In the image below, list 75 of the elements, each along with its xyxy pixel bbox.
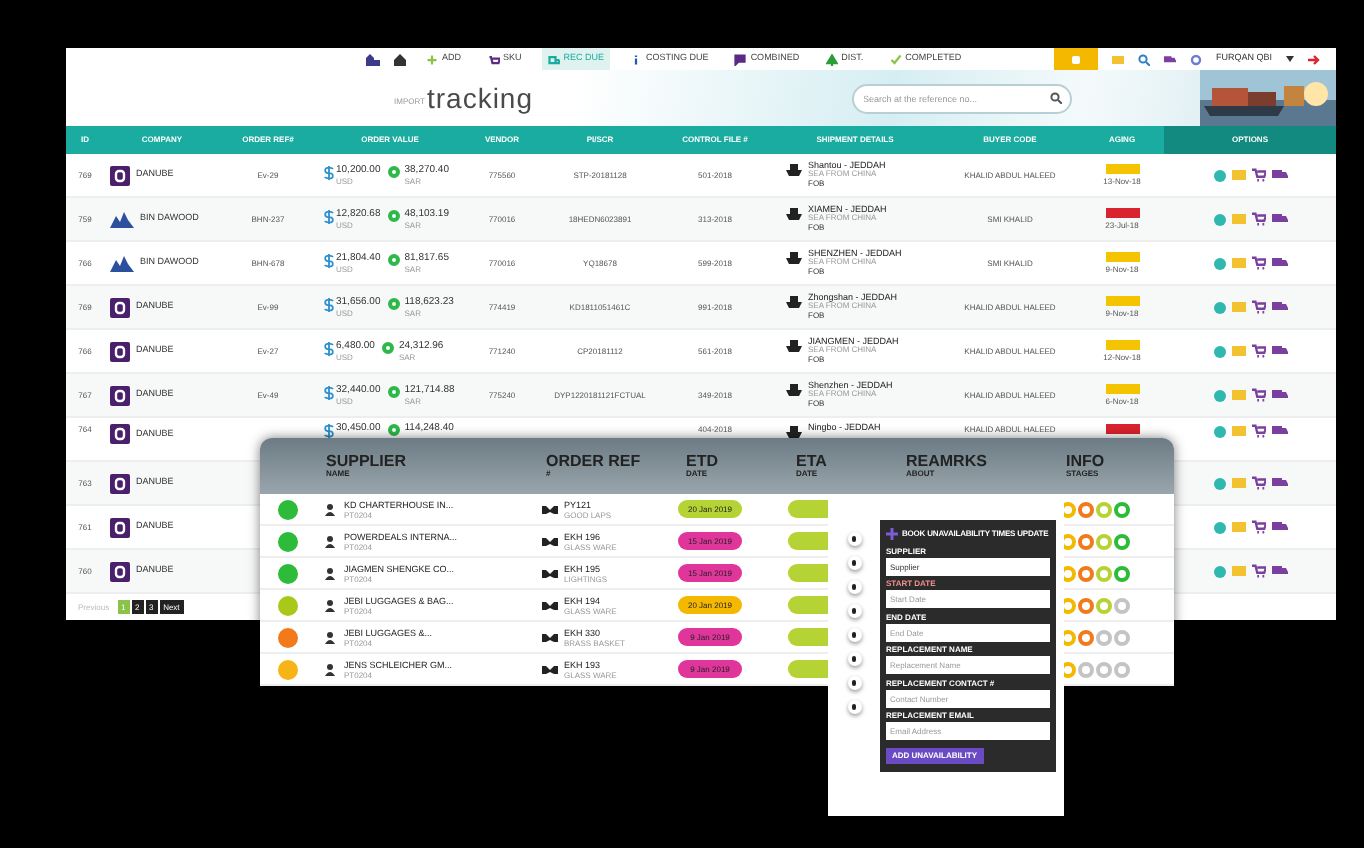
sar-icon <box>388 385 401 397</box>
truck-icon[interactable] <box>1271 520 1287 534</box>
truck-icon[interactable] <box>1271 476 1287 490</box>
dollar-icon <box>324 424 334 438</box>
tree-icon <box>825 53 838 65</box>
cart-icon[interactable] <box>1251 344 1265 358</box>
dollar-icon <box>324 297 334 311</box>
plus-icon <box>426 53 438 65</box>
cart-icon[interactable] <box>1251 168 1265 182</box>
home-icon[interactable] <box>394 53 406 65</box>
sar-icon <box>382 341 395 353</box>
sar-icon <box>388 165 401 177</box>
dollar-icon <box>324 165 334 179</box>
plus-icon <box>886 528 898 540</box>
truck-icon[interactable] <box>1271 344 1287 358</box>
company-logo <box>110 254 134 272</box>
column-header: ORDER REF <box>546 454 643 470</box>
truck-icon[interactable] <box>1271 256 1287 270</box>
dollar-icon <box>324 341 334 355</box>
sar-icon <box>388 209 401 221</box>
cart-icon <box>487 53 500 65</box>
cart-icon[interactable] <box>1251 388 1265 402</box>
column-header: ETA <box>796 454 829 470</box>
cart-icon[interactable] <box>1251 424 1265 438</box>
people-icon <box>322 535 338 547</box>
chat-icon <box>734 53 747 65</box>
dollar-icon <box>324 209 334 223</box>
column-header: INFO <box>1066 454 1107 470</box>
sar-icon <box>388 297 401 309</box>
truck-icon[interactable] <box>1271 212 1287 226</box>
logout-icon[interactable] <box>1308 53 1320 65</box>
company-logo <box>110 517 130 537</box>
cart-icon[interactable] <box>1251 564 1265 578</box>
info-icon <box>630 53 643 65</box>
people-icon <box>322 567 338 579</box>
company-logo <box>110 341 130 361</box>
building-icon[interactable] <box>366 53 380 65</box>
company-logo <box>110 473 130 493</box>
ship-icon <box>786 293 802 310</box>
truck-icon[interactable] <box>1271 168 1287 182</box>
company-logo <box>110 210 134 228</box>
dollar-icon <box>324 385 334 399</box>
people-icon <box>322 503 338 515</box>
sar-icon <box>388 253 401 265</box>
ship-icon <box>786 161 802 178</box>
company-logo <box>110 561 130 581</box>
truck-icon[interactable] <box>1163 53 1176 65</box>
people-icon <box>322 663 338 675</box>
check-icon <box>889 53 902 65</box>
ship-icon <box>786 337 802 354</box>
dollar-icon <box>324 253 334 267</box>
ship-icon <box>786 424 802 440</box>
cart-icon[interactable] <box>1251 520 1265 534</box>
column-header: REAMRKS <box>906 454 989 470</box>
cart-icon[interactable] <box>1251 300 1265 314</box>
ship-icon <box>786 205 802 222</box>
company-logo <box>110 165 130 185</box>
cart-icon[interactable] <box>1251 256 1265 270</box>
cart-icon[interactable] <box>1251 212 1265 226</box>
ship-icon <box>786 381 802 398</box>
search-icon[interactable] <box>1049 92 1062 104</box>
truck-icon[interactable] <box>1271 424 1287 438</box>
truck-icon <box>547 53 560 65</box>
column-header: SUPPLIER <box>326 454 409 470</box>
truck-icon[interactable] <box>1271 300 1287 314</box>
truck-icon[interactable] <box>1271 388 1287 402</box>
search-icon[interactable] <box>1137 53 1150 65</box>
caret-icon[interactable] <box>1286 56 1294 62</box>
ship-icon <box>786 249 802 266</box>
people-icon <box>322 631 338 643</box>
cart-icon[interactable] <box>1251 476 1265 490</box>
column-header: ETD <box>686 454 720 470</box>
people-icon <box>322 599 338 611</box>
company-logo <box>110 297 130 317</box>
truck-icon[interactable] <box>1271 564 1287 578</box>
